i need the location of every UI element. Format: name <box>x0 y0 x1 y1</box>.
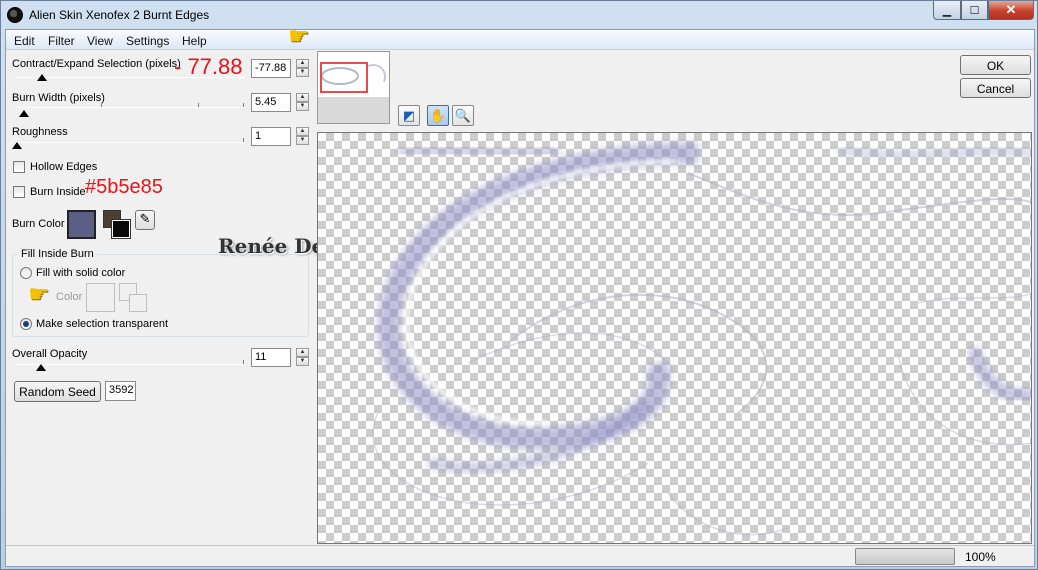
spin-up-icon[interactable]: ▲ <box>296 59 309 68</box>
minimize-icon: ▁ <box>942 4 952 17</box>
random-seed-input[interactable]: 3592 <box>105 381 136 401</box>
compare-icon: ◩ <box>402 107 416 123</box>
spin-up-icon[interactable]: ▲ <box>296 127 309 136</box>
spin-down-icon[interactable]: ▼ <box>296 357 309 366</box>
zoom-tool-button[interactable]: 🔍 <box>452 105 474 126</box>
pointing-hand-icon: ☛ <box>28 281 50 308</box>
roughness-slider-thumb[interactable] <box>12 142 22 149</box>
close-icon: ✕ <box>1005 2 1017 17</box>
maximize-button[interactable]: ☐ <box>961 1 988 20</box>
status-separator <box>6 545 1034 546</box>
burn-width-slider-thumb[interactable] <box>19 110 29 117</box>
slider-tick <box>243 360 244 364</box>
menu-bar: Edit Filter View Settings Help <box>6 30 1034 50</box>
preview-toggle-button[interactable]: ◩ <box>398 105 420 126</box>
opacity-input[interactable]: 11 <box>251 348 291 367</box>
ok-button[interactable]: OK <box>960 55 1031 75</box>
cancel-button[interactable]: Cancel <box>960 78 1031 98</box>
menu-settings[interactable]: Settings <box>126 34 169 48</box>
fill-solid-label: Fill with solid color <box>36 267 126 279</box>
burn-width-spinner[interactable]: ▲ ▼ <box>296 93 309 112</box>
eyedropper-button[interactable]: ✎ <box>135 210 155 230</box>
burn-color-swatch[interactable] <box>67 210 96 239</box>
fill-bg-swatch <box>129 294 147 312</box>
color-annotation: #5b5e85 <box>85 176 163 198</box>
app-logo-icon <box>7 7 23 23</box>
menu-view[interactable]: View <box>87 34 113 48</box>
hollow-edges-label: Hollow Edges <box>30 161 98 173</box>
roughness-slider-track[interactable] <box>16 142 244 143</box>
slider-tick <box>101 103 102 107</box>
roughness-spinner[interactable]: ▲ ▼ <box>296 127 309 146</box>
maximize-icon: ☐ <box>969 4 980 17</box>
slider-tick <box>243 103 244 107</box>
burn-inside-label: Burn Inside <box>30 186 86 198</box>
hand-icon: ✋ <box>429 107 447 123</box>
preview-canvas[interactable] <box>317 132 1032 544</box>
opacity-label: Overall Opacity <box>12 348 88 360</box>
slider-tick <box>198 103 199 107</box>
roughness-input[interactable]: 1 <box>251 127 291 146</box>
spin-up-icon[interactable]: ▲ <box>296 348 309 357</box>
contract-input[interactable]: -77.88 <box>251 59 291 78</box>
fill-color-label: Color <box>56 291 83 303</box>
contract-label: Contract/Expand Selection (pixels) <box>12 58 181 70</box>
contract-spinner[interactable]: ▲ ▼ <box>296 59 309 78</box>
spin-down-icon[interactable]: ▼ <box>296 102 309 111</box>
navigator-selection-frame[interactable] <box>320 62 368 93</box>
window-title: Alien Skin Xenofex 2 Burnt Edges <box>29 8 210 22</box>
slider-tick <box>243 138 244 142</box>
spin-down-icon[interactable]: ▼ <box>296 136 309 145</box>
preview-render <box>372 141 1031 536</box>
burn-width-label: Burn Width (pixels) <box>12 92 105 104</box>
contract-slider-thumb[interactable] <box>37 74 47 81</box>
opacity-slider-track[interactable] <box>16 364 244 365</box>
close-button[interactable]: ✕ <box>988 1 1034 20</box>
minimize-button[interactable]: ▁ <box>933 1 961 20</box>
app-window: Alien Skin Xenofex 2 Burnt Edges ▁ ☐ ✕ E… <box>0 0 1038 570</box>
burn-width-input[interactable]: 5.45 <box>251 93 291 112</box>
make-transparent-label: Make selection transparent <box>36 318 169 330</box>
title-bar[interactable]: Alien Skin Xenofex 2 Burnt Edges ▁ ☐ ✕ <box>1 1 1037 29</box>
progress-bar <box>855 548 955 565</box>
opacity-slider-thumb[interactable] <box>36 364 46 371</box>
background-color-swatch[interactable] <box>111 219 131 239</box>
dialog-client: Edit Filter View Settings Help ☛ Contrac… <box>5 23 1035 567</box>
zoom-level: 100% <box>965 550 996 564</box>
fill-group-title: Fill Inside Burn <box>18 248 97 260</box>
menu-edit[interactable]: Edit <box>14 34 35 48</box>
magnifier-icon: 🔍 <box>454 107 472 123</box>
make-transparent-radio[interactable] <box>20 318 32 330</box>
random-seed-button[interactable]: Random Seed <box>14 381 101 402</box>
spin-down-icon[interactable]: ▼ <box>296 68 309 77</box>
spin-up-icon[interactable]: ▲ <box>296 93 309 102</box>
burn-width-slider-track[interactable] <box>16 107 244 108</box>
burn-color-label: Burn Color <box>12 218 65 230</box>
hollow-edges-checkbox[interactable] <box>13 161 25 173</box>
burn-inside-checkbox[interactable] <box>13 186 25 198</box>
menu-filter[interactable]: Filter <box>48 34 75 48</box>
roughness-label: Roughness <box>12 126 68 138</box>
hand-tool-button[interactable]: ✋ <box>427 105 449 126</box>
contract-slider-track[interactable] <box>16 77 244 78</box>
pointing-hand-icon: ☛ <box>288 23 310 50</box>
fill-color-swatch <box>86 283 115 312</box>
navigator-thumbnail[interactable] <box>317 51 390 124</box>
fill-solid-radio[interactable] <box>20 267 32 279</box>
menu-help[interactable]: Help <box>182 34 207 48</box>
eyedropper-icon: ✎ <box>139 211 151 226</box>
opacity-spinner[interactable]: ▲ ▼ <box>296 348 309 367</box>
